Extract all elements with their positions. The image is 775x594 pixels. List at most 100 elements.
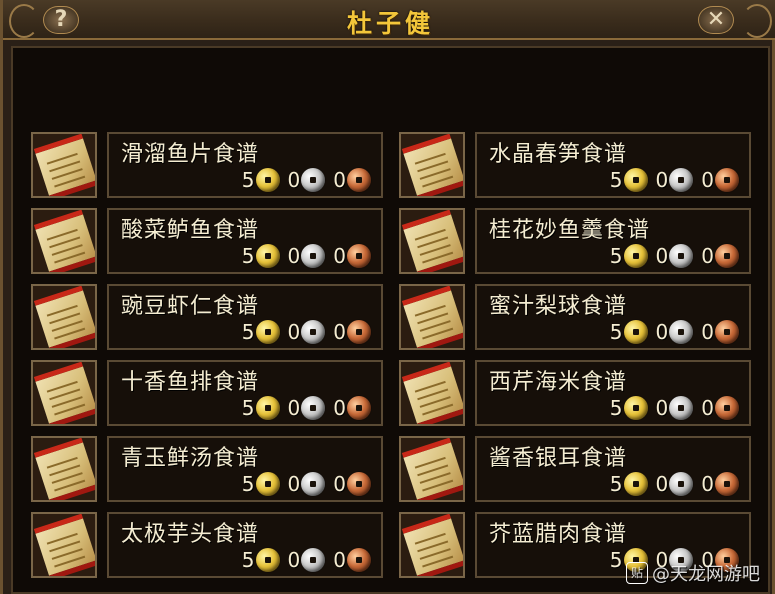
gold-price: 5: [610, 168, 648, 192]
recipe-item[interactable]: 豌豆虾仁食谱 5 0 0: [31, 284, 383, 352]
recipe-item[interactable]: 滑溜鱼片食谱 5 0 0: [31, 132, 383, 200]
copper-coin-icon: [715, 168, 739, 192]
gold-price: 5: [242, 548, 280, 572]
silver-amount: 0: [287, 244, 301, 268]
silver-price: 0: [288, 472, 326, 496]
silver-amount: 0: [655, 244, 669, 268]
recipe-scroll-icon[interactable]: [31, 208, 97, 274]
gold-amount: 5: [609, 244, 623, 268]
copper-coin-icon: [715, 244, 739, 268]
recipe-item[interactable]: 酱香银耳食谱 5 0 0: [399, 436, 751, 504]
gold-price: 5: [610, 320, 648, 344]
recipe-info-box: 太极芋头食谱 5 0 0: [107, 512, 383, 578]
copper-amount: 0: [701, 244, 714, 268]
watermark-badge: 贴: [626, 562, 648, 584]
recipe-info-box: 蜜汁梨球食谱 5 0 0: [475, 284, 751, 350]
gold-amount: 5: [241, 168, 255, 192]
recipe-item[interactable]: 桂花妙鱼羹食谱 5 0 0: [399, 208, 751, 276]
copper-price: 0: [333, 396, 371, 420]
window-title: 杜子健: [346, 9, 434, 38]
silver-price: 0: [656, 472, 694, 496]
copper-coin-icon: [715, 396, 739, 420]
recipe-item[interactable]: 西芹海米食谱 5 0 0: [399, 360, 751, 428]
silver-amount: 0: [655, 472, 669, 496]
recipe-name: 酱香银耳食谱: [489, 446, 628, 471]
silver-coin-icon: [669, 168, 694, 192]
gold-coin-icon: [623, 396, 648, 420]
silver-coin-icon: [301, 548, 326, 572]
gold-coin-icon: [623, 244, 648, 268]
gold-coin-icon: [623, 168, 648, 192]
silver-coin-icon: [669, 396, 694, 420]
recipe-item[interactable]: 青玉鲜汤食谱 5 0 0: [31, 436, 383, 504]
gold-amount: 5: [241, 548, 255, 572]
gold-coin-icon: [255, 168, 280, 192]
gold-coin-icon: [255, 244, 280, 268]
recipe-scroll-icon[interactable]: [399, 132, 465, 198]
copper-amount: 0: [333, 396, 346, 420]
price-row: 5 0 0: [602, 242, 739, 270]
silver-coin-icon: [301, 168, 326, 192]
recipe-scroll-icon[interactable]: [31, 360, 97, 426]
gold-amount: 5: [241, 244, 255, 268]
copper-coin-icon: [347, 244, 371, 268]
recipe-info-box: 滑溜鱼片食谱 5 0 0: [107, 132, 383, 198]
copper-price: 0: [333, 244, 371, 268]
gold-amount: 5: [241, 320, 255, 344]
recipe-item[interactable]: 太极芋头食谱 5 0 0: [31, 512, 383, 580]
shop-window: ? 杜子健 ✕ 滑溜鱼片食谱 5 0 0 水晶春笋食谱 5 0 0 酸菜鲈鱼食谱…: [0, 0, 775, 594]
recipe-item[interactable]: 十香鱼排食谱 5 0 0: [31, 360, 383, 428]
recipe-scroll-icon[interactable]: [399, 512, 465, 578]
silver-coin-icon: [669, 320, 694, 344]
copper-amount: 0: [701, 320, 714, 344]
price-row: 5 0 0: [234, 394, 371, 422]
silver-price: 0: [288, 396, 326, 420]
recipe-name: 十香鱼排食谱: [121, 370, 260, 395]
recipe-info-box: 十香鱼排食谱 5 0 0: [107, 360, 383, 426]
recipe-scroll-icon[interactable]: [31, 512, 97, 578]
price-row: 5 0 0: [234, 318, 371, 346]
recipe-scroll-icon[interactable]: [31, 132, 97, 198]
gold-price: 5: [242, 396, 280, 420]
silver-coin-icon: [669, 244, 694, 268]
recipe-scroll-icon[interactable]: [399, 284, 465, 350]
price-row: 5 0 0: [602, 470, 739, 498]
recipe-item[interactable]: 蜜汁梨球食谱 5 0 0: [399, 284, 751, 352]
recipe-scroll-icon[interactable]: [31, 436, 97, 502]
recipe-name: 芥蓝腊肉食谱: [489, 522, 628, 547]
recipe-scroll-icon[interactable]: [31, 284, 97, 350]
title-bar: ? 杜子健 ✕: [3, 0, 775, 40]
gold-price: 5: [610, 396, 648, 420]
copper-price: 0: [333, 320, 371, 344]
silver-amount: 0: [287, 472, 301, 496]
copper-amount: 0: [333, 548, 346, 572]
gold-amount: 5: [241, 396, 255, 420]
recipe-name: 西芹海米食谱: [489, 370, 628, 395]
copper-amount: 0: [333, 168, 346, 192]
recipe-info-box: 酱香银耳食谱 5 0 0: [475, 436, 751, 502]
copper-amount: 0: [701, 396, 714, 420]
silver-amount: 0: [655, 396, 669, 420]
gold-coin-icon: [255, 396, 280, 420]
silver-amount: 0: [655, 168, 669, 192]
gold-price: 5: [610, 472, 648, 496]
recipe-item[interactable]: 水晶春笋食谱 5 0 0: [399, 132, 751, 200]
watermark: 贴 @天龙网游吧: [626, 560, 760, 586]
gold-price: 5: [610, 244, 648, 268]
recipe-info-box: 豌豆虾仁食谱 5 0 0: [107, 284, 383, 350]
copper-coin-icon: [347, 320, 371, 344]
recipe-name: 青玉鲜汤食谱: [121, 446, 260, 471]
silver-price: 0: [656, 244, 694, 268]
recipe-name: 蜜汁梨球食谱: [489, 294, 628, 319]
close-button[interactable]: ✕: [698, 6, 734, 34]
price-row: 5 0 0: [602, 394, 739, 422]
gold-amount: 5: [241, 472, 255, 496]
recipe-scroll-icon[interactable]: [399, 360, 465, 426]
recipe-item[interactable]: 酸菜鲈鱼食谱 5 0 0: [31, 208, 383, 276]
copper-coin-icon: [347, 472, 371, 496]
silver-coin-icon: [301, 244, 326, 268]
recipe-info-box: 水晶春笋食谱 5 0 0: [475, 132, 751, 198]
price-row: 5 0 0: [234, 470, 371, 498]
recipe-scroll-icon[interactable]: [399, 208, 465, 274]
recipe-scroll-icon[interactable]: [399, 436, 465, 502]
